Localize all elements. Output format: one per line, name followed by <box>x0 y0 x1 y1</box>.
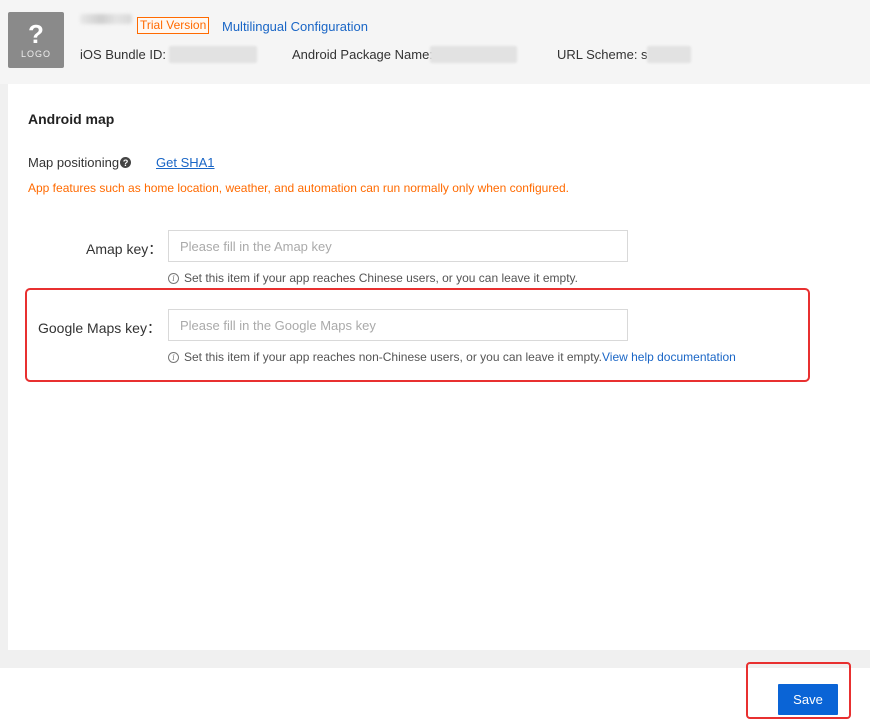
logo-text: LOGO <box>20 49 51 59</box>
amap-key-hint: i Set this item if your app reaches Chin… <box>168 271 578 285</box>
multilingual-configuration-link[interactable]: Multilingual Configuration <box>222 19 368 34</box>
amap-key-input[interactable] <box>168 230 628 262</box>
section-title: Android map <box>28 111 115 127</box>
ios-bundle-label: iOS Bundle ID: <box>80 47 166 62</box>
amap-key-hint-text: Set this item if your app reaches Chines… <box>184 271 578 285</box>
app-header: ? LOGO Trial Version Multilingual Config… <box>0 0 870 84</box>
map-positioning-label: Map positioning ? <box>28 155 132 170</box>
footer-bar <box>0 668 870 724</box>
help-icon[interactable]: ? <box>120 157 132 168</box>
app-logo[interactable]: ? LOGO <box>8 12 64 68</box>
url-scheme-label: URL Scheme: s <box>557 47 648 62</box>
ios-bundle-value-redacted <box>169 46 257 63</box>
android-package-label: Android Package Name: <box>292 47 433 62</box>
android-map-panel: Android map Map positioning ? Get SHA1 A… <box>8 84 870 650</box>
amap-key-label: Amap key： <box>86 241 163 257</box>
get-sha1-link[interactable]: Get SHA1 <box>156 155 215 170</box>
question-mark-icon: ? <box>28 19 44 49</box>
map-positioning-text: Map positioning <box>28 155 120 170</box>
google-maps-highlight-annotation <box>25 288 810 382</box>
trial-version-badge: Trial Version <box>137 17 210 34</box>
configuration-warning: App features such as home location, weat… <box>28 181 569 195</box>
android-package-value-redacted <box>430 46 517 63</box>
url-scheme-value-redacted <box>647 46 691 63</box>
save-button[interactable]: Save <box>778 684 838 715</box>
app-name-redacted <box>80 14 132 24</box>
info-icon: i <box>168 272 179 284</box>
